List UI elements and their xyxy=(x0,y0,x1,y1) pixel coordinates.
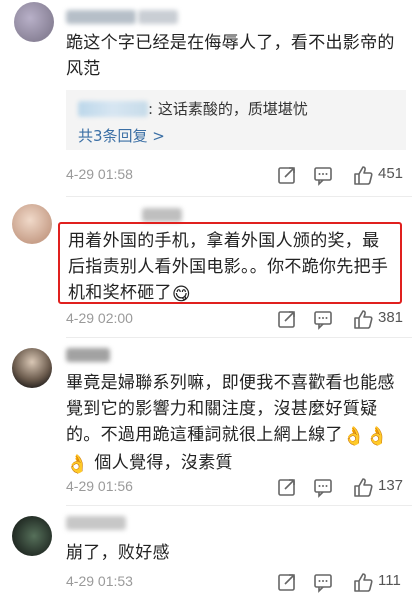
comment-meta: 4-29 01:56 137 xyxy=(66,476,404,498)
comment-meta: 4-29 02:00 381 xyxy=(66,308,404,330)
thumbs-up-icon[interactable] xyxy=(352,476,374,498)
username-blurred[interactable] xyxy=(66,516,126,530)
comment-icon[interactable] xyxy=(312,571,334,593)
comment-text: 跪这个字已经是在侮辱人了，看不出影帝的风范 xyxy=(66,33,395,79)
timestamp: 4-29 01:53 xyxy=(66,573,133,589)
avatar[interactable] xyxy=(12,516,52,556)
username-blurred[interactable] xyxy=(142,208,182,222)
like-count: 381 xyxy=(378,309,404,326)
avatar[interactable] xyxy=(14,2,54,42)
timestamp: 4-29 02:00 xyxy=(66,310,133,326)
divider xyxy=(66,505,412,506)
thumbs-up-icon[interactable] xyxy=(352,308,374,330)
comment-icon[interactable] xyxy=(312,164,334,186)
username-blurred[interactable] xyxy=(66,348,110,362)
timestamp: 4-29 01:58 xyxy=(66,166,133,182)
share-icon[interactable] xyxy=(276,476,298,498)
reply-preview-line: : 这话素酸的，质堪堪忧 xyxy=(78,98,308,119)
divider xyxy=(66,196,412,197)
comment-text-tail: 個人覺得，沒素質 xyxy=(88,453,233,473)
ok-hand-emoji: 👌 xyxy=(66,454,89,475)
reply-preview[interactable]: : 这话素酸的，质堪堪忧 共3条回复 > xyxy=(66,90,406,150)
thumbs-up-icon[interactable] xyxy=(352,164,374,186)
thumbs-up-icon[interactable] xyxy=(352,571,374,593)
reply-username-blurred[interactable] xyxy=(78,101,148,117)
view-replies-link[interactable]: 共3条回复 > xyxy=(78,125,165,146)
highlight-box xyxy=(58,222,402,304)
timestamp: 4-29 01:56 xyxy=(66,478,133,494)
avatar[interactable] xyxy=(12,348,52,388)
comment-icon[interactable] xyxy=(312,308,334,330)
username-blurred[interactable] xyxy=(66,10,136,24)
username-blurred-extra xyxy=(138,10,178,24)
comment-icon[interactable] xyxy=(312,476,334,498)
share-icon[interactable] xyxy=(276,164,298,186)
reply-preview-text: : 这话素酸的，质堪堪忧 xyxy=(148,100,308,118)
divider xyxy=(66,337,412,338)
share-icon[interactable] xyxy=(276,308,298,330)
comment-item-1: 跪这个字已经是在侮辱人了，看不出影帝的风范 : 这话素酸的，质堪堪忧 共3条回复… xyxy=(0,0,412,200)
share-icon[interactable] xyxy=(276,571,298,593)
avatar[interactable] xyxy=(12,204,52,244)
ok-hand-emoji-pair: 👌👌 xyxy=(342,426,389,447)
like-count: 111 xyxy=(378,572,401,589)
comment-meta: 4-29 01:58 451 xyxy=(66,164,404,186)
like-count: 451 xyxy=(378,165,404,182)
like-count: 137 xyxy=(378,477,404,494)
comment-text: 崩了，败好感 xyxy=(66,543,170,563)
comment-text: 畢竟是婦聯系列嘛，即便我不喜歡看也能感覺到它的影響力和關注度，沒甚麼好質疑的。不… xyxy=(66,370,402,478)
comment-meta: 4-29 01:53 111 xyxy=(66,571,404,593)
